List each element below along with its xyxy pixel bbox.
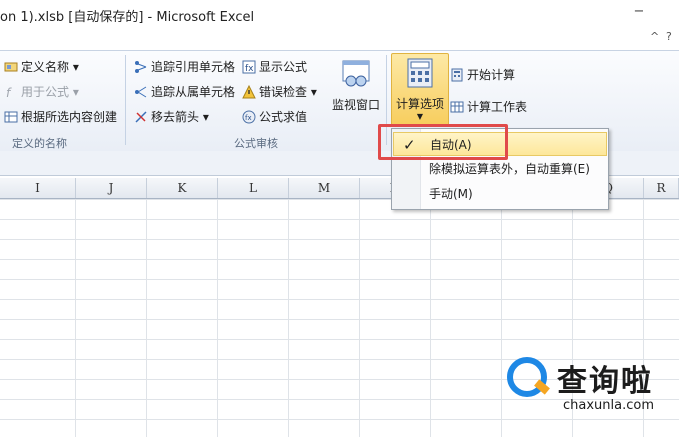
grid-line <box>288 199 289 437</box>
ribbon-collapse-button[interactable]: ^ <box>650 30 659 43</box>
chaxunla-logo-icon <box>507 357 550 397</box>
svg-text:fx: fx <box>245 114 252 122</box>
help-button[interactable]: ? <box>666 30 672 43</box>
calculate-sheet-button[interactable]: 计算工作表 <box>450 97 527 117</box>
column-header[interactable]: K <box>147 178 218 198</box>
grid-line <box>501 199 502 437</box>
formula-auditing-group-label: 公式审核 <box>234 137 278 150</box>
create-from-selection-button[interactable]: 根据所选内容创建 <box>4 107 117 127</box>
calculator-icon <box>407 58 433 88</box>
grid-line <box>217 199 218 437</box>
trace-dependents-button[interactable]: 追踪从属单元格 <box>134 82 235 102</box>
ribbon-tab-row: ^ ? <box>0 26 679 50</box>
watch-window-icon <box>342 60 370 87</box>
column-header[interactable]: R <box>644 178 679 198</box>
trace-precedents-button[interactable]: 追踪引用单元格 <box>134 57 235 77</box>
menu-item-manual[interactable]: 手动(M) <box>393 182 607 206</box>
calculate-now-button[interactable]: 开始计算 <box>450 65 515 85</box>
title-bar: on 1).xlsb [自动保存的] - Microsoft Excel − <box>0 0 679 26</box>
define-name-button[interactable]: 定义名称 ▾ <box>4 57 79 77</box>
group-separator <box>125 55 126 145</box>
window-title: on 1).xlsb [自动保存的] - Microsoft Excel <box>0 10 255 25</box>
watch-window-label: 监视窗口 <box>331 98 380 112</box>
sheet-calculator-icon <box>450 101 464 113</box>
defined-names-group-label: 定义的名称 <box>12 137 67 150</box>
trace-dependents-icon <box>135 86 147 98</box>
calculator-small-icon <box>451 68 463 82</box>
menu-item-automatic-except-tables[interactable]: 除模拟运算表外，自动重算(E) <box>393 157 607 181</box>
grid-line <box>430 199 431 437</box>
grid-line <box>75 199 76 437</box>
remove-arrows-icon <box>135 111 147 123</box>
column-header[interactable]: J <box>76 178 147 198</box>
calculation-options-button[interactable]: 计算选项 ▼ <box>391 53 449 127</box>
minimize-button[interactable]: − <box>628 2 650 22</box>
evaluate-formula-button[interactable]: fx 公式求值 <box>242 107 307 127</box>
show-formulas-button[interactable]: fx 显示公式 <box>242 57 307 77</box>
table-icon <box>4 111 18 123</box>
show-formulas-icon: fx <box>242 60 256 74</box>
error-checking-button[interactable]: 错误检查 ▾ <box>242 82 317 102</box>
use-in-formula-button[interactable]: f 用于公式 ▾ <box>4 82 79 102</box>
function-icon: f <box>6 86 12 99</box>
red-highlight-annotation <box>378 124 508 160</box>
column-header[interactable]: L <box>218 178 289 198</box>
watermark-url: chaxunla.com <box>563 398 654 413</box>
column-header[interactable]: M <box>289 178 360 198</box>
svg-text:fx: fx <box>245 64 254 74</box>
calculation-options-label: 计算选项 <box>395 97 444 111</box>
column-header[interactable]: I <box>0 178 76 198</box>
evaluate-formula-icon: fx <box>242 110 256 124</box>
tag-icon <box>4 62 18 72</box>
svg-text:f: f <box>6 86 12 99</box>
chevron-down-icon: ▼ <box>416 112 424 121</box>
remove-arrows-button[interactable]: 移去箭头 ▾ <box>134 107 209 127</box>
watermark-text: 查询啦 <box>557 364 653 399</box>
watch-window-button[interactable]: 监视窗口 <box>330 59 382 113</box>
grid-line <box>146 199 147 437</box>
error-checking-icon <box>242 85 256 99</box>
trace-precedents-icon <box>135 61 147 73</box>
grid-line <box>359 199 360 437</box>
